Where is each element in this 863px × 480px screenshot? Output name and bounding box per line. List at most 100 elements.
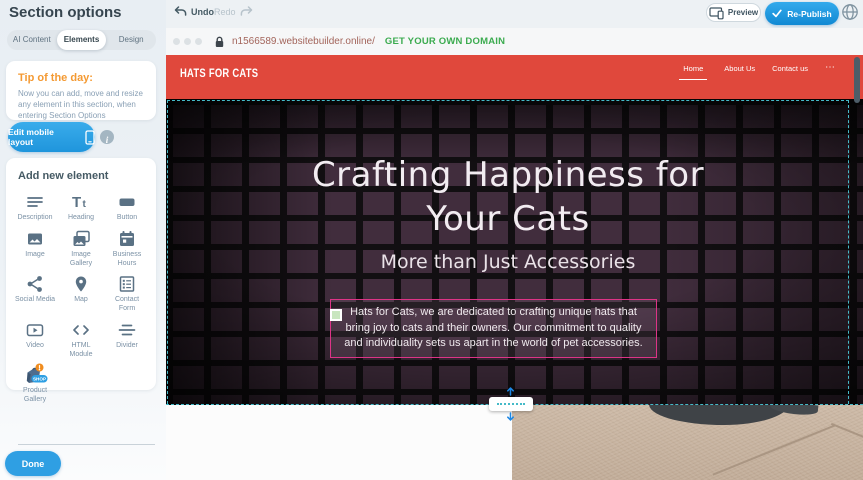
image-gallery-icon: [71, 229, 91, 249]
business-hours-icon: [117, 229, 137, 249]
add-element-card: Add new element Description Tt Heading B…: [6, 158, 156, 390]
hero-paragraph[interactable]: Hats for Cats, we are dedicated to craft…: [330, 299, 657, 358]
nav-item-about-us[interactable]: About Us: [724, 64, 755, 73]
element-image-gallery[interactable]: Image Gallery: [58, 225, 104, 269]
element-label: Contact Form: [106, 296, 148, 314]
republish-label: Re-Publish: [787, 9, 831, 19]
divider-icon: [117, 320, 137, 340]
edit-mobile-label: Edit mobile layout: [8, 127, 79, 147]
shop-badge-label: SHOP: [32, 377, 45, 382]
site-logo[interactable]: HATS FOR CATS: [180, 68, 258, 80]
description-icon: [25, 192, 45, 212]
pavement-joint: [831, 423, 863, 439]
button-icon: [117, 192, 137, 212]
element-label: Social Media: [15, 296, 55, 305]
pavement-joint: [713, 424, 836, 475]
tip-of-the-day-card: Tip of the day: Now you can add, move an…: [6, 61, 156, 120]
divider-line: [18, 444, 155, 445]
preview-button[interactable]: Preview: [706, 3, 761, 22]
element-label: Product Gallery: [14, 387, 56, 405]
svg-text:t: t: [83, 199, 87, 210]
info-icon[interactable]: [100, 130, 114, 144]
browser-dot: [173, 38, 180, 45]
svg-text:T: T: [72, 194, 81, 211]
social-media-icon: [25, 274, 45, 294]
element-business-hours[interactable]: Business Hours: [104, 225, 150, 269]
undo-label: Undo: [191, 7, 214, 17]
tab-design[interactable]: Design: [106, 30, 156, 50]
element-divider[interactable]: Divider: [104, 316, 150, 360]
nav-item-home[interactable]: Home: [679, 64, 707, 80]
map-icon: [71, 274, 91, 294]
hero-heading[interactable]: Crafting Happiness for Your Cats: [166, 154, 850, 241]
carpet-image: [512, 405, 863, 480]
element-label: Divider: [116, 342, 138, 351]
element-label: Heading: [68, 214, 94, 223]
element-label: HTML Module: [60, 342, 102, 360]
done-button[interactable]: Done: [5, 451, 61, 476]
element-button[interactable]: Button: [104, 188, 150, 223]
element-heading[interactable]: Tt Heading: [58, 188, 104, 223]
section-resize-handle[interactable]: [489, 397, 533, 411]
shadow-shape: [645, 405, 790, 425]
browser-dot: [184, 38, 191, 45]
element-label: Button: [117, 214, 137, 223]
hero-section: Crafting Happiness for Your Cats More th…: [166, 99, 863, 405]
element-social-media[interactable]: Social Media: [12, 270, 58, 314]
contact-form-icon: [117, 274, 137, 294]
nav-more-menu[interactable]: ⋯: [825, 64, 835, 71]
phone-icon: [85, 130, 95, 145]
panel-tabs: AI Content Elements Design: [7, 30, 156, 50]
element-html-module[interactable]: HTML Module: [58, 316, 104, 360]
product-gallery-icon: SHOP: [22, 365, 49, 385]
element-video[interactable]: Video: [12, 316, 58, 360]
element-label: Image Gallery: [60, 251, 102, 269]
undo-button[interactable]: Undo: [174, 6, 214, 17]
browser-dots: [173, 38, 202, 45]
element-label: Image: [25, 251, 44, 260]
browser-address-bar: n1566589.websitebuilder.online/ GET YOUR…: [166, 28, 863, 55]
element-map[interactable]: Map: [58, 270, 104, 314]
element-contact-form[interactable]: Contact Form: [104, 270, 150, 314]
selection-handle[interactable]: [330, 309, 342, 321]
redo-label: Redo: [214, 7, 236, 17]
get-domain-link[interactable]: GET YOUR OWN DOMAIN: [385, 36, 505, 47]
element-image[interactable]: Image: [12, 225, 58, 269]
element-description[interactable]: Description: [12, 188, 58, 223]
redo-icon: [240, 6, 253, 17]
element-label: Map: [74, 296, 88, 305]
edit-mobile-layout-button[interactable]: Edit mobile layout: [8, 122, 95, 152]
lock-icon: [214, 36, 225, 48]
hero-heading-line2: Your Cats: [166, 198, 850, 242]
tip-title: Tip of the day:: [18, 72, 156, 84]
image-icon: [25, 229, 45, 249]
globe-icon[interactable]: [841, 3, 859, 21]
site-url: n1566589.websitebuilder.online/: [232, 36, 375, 47]
redo-button[interactable]: Redo: [214, 6, 253, 17]
heading-icon: Tt: [71, 192, 91, 212]
devices-icon: [709, 6, 724, 20]
add-element-title: Add new element: [18, 170, 156, 182]
hero-subheading[interactable]: More than Just Accessories: [166, 251, 850, 273]
element-label: Description: [17, 214, 52, 223]
preview-label: Preview: [728, 8, 758, 17]
element-grid: Description Tt Heading Button Image Imag…: [6, 184, 156, 409]
hero-paragraph-text: Hats for Cats, we are dedicated to craft…: [344, 306, 642, 349]
tab-elements[interactable]: Elements: [57, 30, 107, 50]
resize-arrow-down-icon: [505, 412, 516, 421]
html-module-icon: [71, 320, 91, 340]
page-title: Section options: [9, 4, 122, 21]
hero-heading-line1: Crafting Happiness for: [166, 154, 850, 198]
element-product-gallery[interactable]: SHOP Product Gallery: [12, 361, 58, 405]
website-builder-app: Section options Undo Redo Preview Re-Pub…: [0, 0, 863, 480]
site-header: HATS FOR CATS Home About Us Contact us ⋯: [166, 55, 863, 99]
nav-item-contact-us[interactable]: Contact us: [772, 64, 808, 73]
section-options-panel: AI Content Elements Design Tip of the da…: [0, 0, 166, 480]
resize-arrow-up-icon: [505, 387, 516, 396]
tab-ai-content[interactable]: AI Content: [7, 30, 57, 50]
preview-scrollbar[interactable]: [854, 57, 860, 103]
element-label: Video: [26, 342, 44, 351]
republish-button[interactable]: Re-Publish: [765, 2, 839, 25]
site-nav: Home About Us Contact us ⋯: [679, 64, 835, 80]
browser-dot: [195, 38, 202, 45]
